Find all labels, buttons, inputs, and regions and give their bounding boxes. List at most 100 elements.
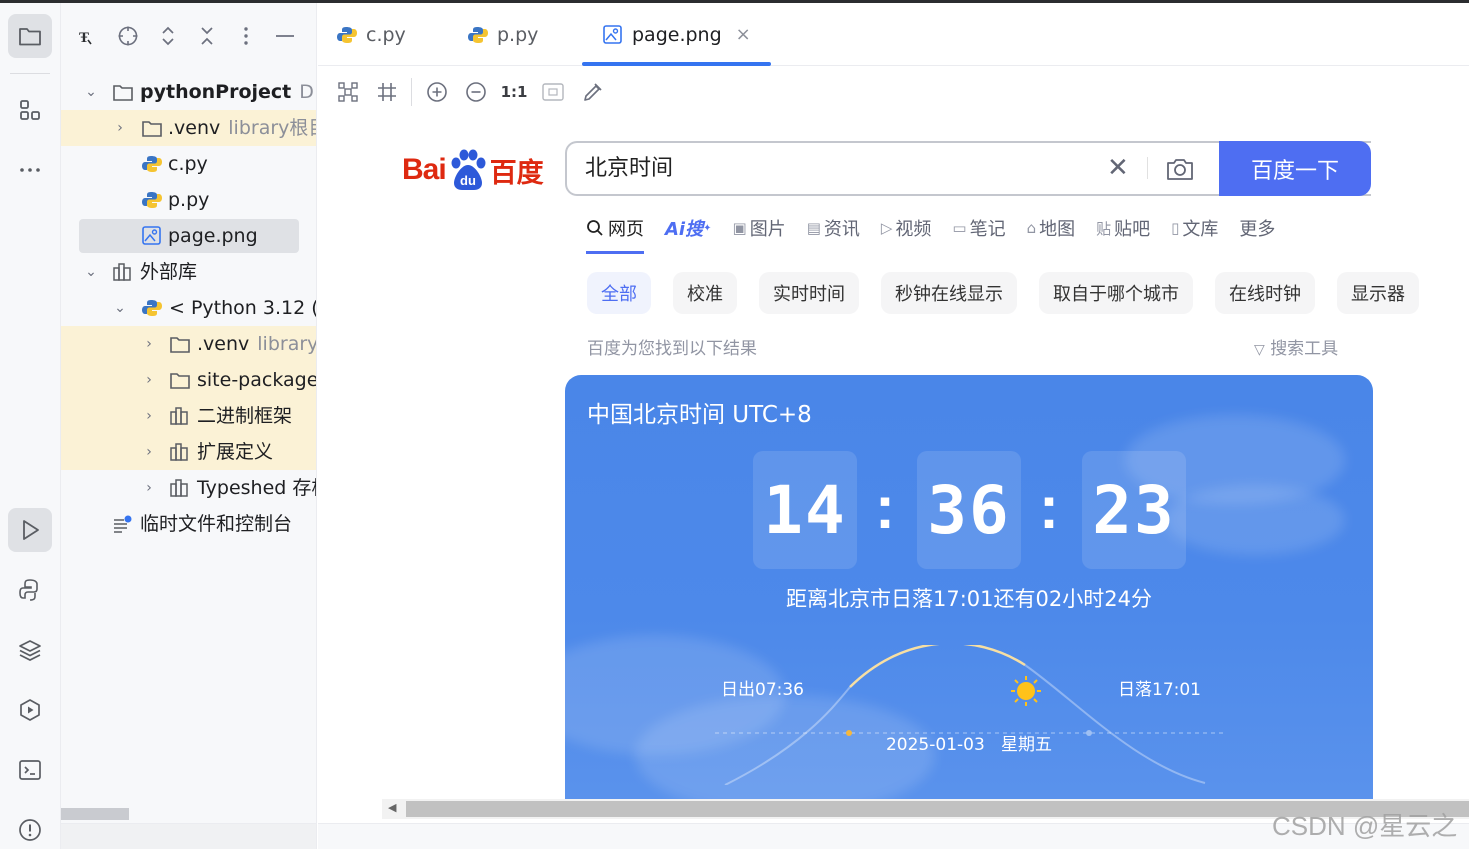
- search-input[interactable]: 北京时间: [585, 143, 673, 194]
- baidu-paw-icon: du: [451, 149, 486, 190]
- nav-tab-wenku[interactable]: ▯ 文库: [1171, 211, 1218, 245]
- fit-to-window-icon[interactable]: [335, 79, 361, 105]
- tree-row-scratches[interactable]: 临时文件和控制台: [61, 506, 316, 542]
- cloud-decoration: [1165, 485, 1345, 555]
- project-panel: Ŧ ⌄ pythonProject D:\in › .venv library根目录: [61, 3, 317, 849]
- search-nav-tabs: 网页 Ai搜 ✦ ▣ 图片 ▤ 资讯 ▷ 视频 ▭ 笔记 ⌂ 地图 贴贴吧 ▯ …: [586, 211, 1296, 254]
- chevron-right-icon[interactable]: ›: [141, 470, 157, 506]
- collapse-all-icon[interactable]: [194, 23, 220, 49]
- tree-row-extended-definitions[interactable]: › 扩展定义: [61, 434, 316, 470]
- tab-p-py[interactable]: p.py: [467, 3, 538, 66]
- chevron-down-icon[interactable]: ⌄: [83, 74, 99, 110]
- chevron-down-icon[interactable]: ⌄: [83, 254, 99, 290]
- scratches-label: 临时文件和控制台: [140, 513, 293, 535]
- filter-icon: ▽: [1254, 342, 1265, 358]
- video-icon: ▷: [880, 219, 893, 237]
- background-toggle-icon[interactable]: [540, 79, 566, 105]
- tree-row-c-py[interactable]: c.py: [61, 146, 316, 182]
- services-tool-button[interactable]: [8, 688, 52, 732]
- nav-tab-map[interactable]: ⌂ 地图: [1027, 211, 1076, 245]
- image-canvas: Bai du 百度 北京时间 ✕ 百度一下 网页 Ai搜 ✦ ▣ 图片 ▤ 资讯…: [318, 117, 1469, 799]
- chevron-right-icon[interactable]: ›: [141, 434, 157, 470]
- image-file-icon: [603, 24, 622, 44]
- tree-row-project-root[interactable]: ⌄ pythonProject D:\in: [61, 74, 316, 110]
- news-icon: ▤: [806, 219, 821, 237]
- tree-row-venv[interactable]: › .venv library根目录: [61, 110, 316, 146]
- camera-icon[interactable]: [1165, 155, 1195, 183]
- nav-tab-video[interactable]: ▷ 视频: [881, 211, 932, 245]
- nav-tab-tieba[interactable]: 贴贴吧: [1096, 211, 1150, 245]
- baidu-logo[interactable]: Bai du 百度: [402, 145, 544, 195]
- tree-row-typeshed[interactable]: › Typeshed 存根: [61, 470, 316, 506]
- editor-tabs: c.py p.py page.png ×: [318, 3, 1469, 66]
- search-tools-button[interactable]: ▽ 搜索工具: [1254, 334, 1338, 359]
- zoom-in-icon[interactable]: [424, 79, 450, 105]
- expand-all-icon[interactable]: [155, 23, 181, 49]
- tab-label: p.py: [497, 23, 539, 46]
- project-toolbar: Ŧ: [61, 3, 316, 67]
- actual-size-button[interactable]: 1:1: [501, 79, 528, 105]
- tab-c-py[interactable]: c.py: [336, 3, 406, 66]
- search-button[interactable]: 百度一下: [1219, 141, 1371, 196]
- locate-file-icon[interactable]: [115, 23, 141, 49]
- clear-icon[interactable]: ✕: [1107, 153, 1129, 183]
- chevron-down-icon[interactable]: ⌄: [112, 290, 128, 326]
- options-vertical-icon[interactable]: [233, 23, 259, 49]
- structure-tool-button[interactable]: [8, 88, 52, 132]
- nav-tab-news[interactable]: ▤ 资讯: [807, 211, 860, 245]
- clock-colon: :: [875, 474, 895, 541]
- problems-tool-button[interactable]: [8, 808, 52, 849]
- zoom-out-icon[interactable]: [463, 79, 489, 105]
- tree-row-site-packages[interactable]: › site-packages: [61, 362, 316, 398]
- date-value: 2025-01-03: [885, 735, 985, 755]
- chevron-right-icon[interactable]: ›: [141, 326, 157, 362]
- chevron-right-icon[interactable]: ›: [141, 362, 157, 398]
- tree-row-binary-skeletons[interactable]: › 二进制框架: [61, 398, 316, 434]
- chip-all[interactable]: 全部: [587, 272, 651, 314]
- extended-definitions-label: 扩展定义: [197, 441, 274, 463]
- close-icon[interactable]: ×: [736, 24, 751, 45]
- chip-which-city[interactable]: 取自于哪个城市: [1039, 272, 1193, 314]
- chip-online-clock[interactable]: 在线时钟: [1215, 272, 1315, 314]
- nav-tab-notes[interactable]: ▭ 笔记: [952, 211, 1005, 245]
- chip-realtime[interactable]: 实时时间: [759, 272, 859, 314]
- more-tools-button[interactable]: [8, 148, 52, 192]
- tab-page-png[interactable]: page.png ×: [582, 3, 771, 66]
- project-view-switch-icon[interactable]: Ŧ: [73, 23, 99, 49]
- tree-row-p-py[interactable]: p.py: [61, 182, 316, 218]
- python-console-button[interactable]: [8, 568, 52, 612]
- grid-icon[interactable]: [374, 79, 400, 105]
- nav-tab-ai-search[interactable]: Ai搜 ✦: [665, 211, 712, 245]
- chevron-right-icon[interactable]: ›: [141, 398, 157, 434]
- chevron-right-icon[interactable]: ›: [112, 110, 128, 146]
- scroll-left-icon[interactable]: ◀: [388, 801, 396, 814]
- tree-row-external-libraries[interactable]: ⌄ 外部库: [61, 254, 316, 290]
- color-picker-icon[interactable]: [580, 79, 606, 105]
- library-icon: [170, 479, 188, 497]
- sdk-venv-label: .venv: [197, 333, 250, 355]
- terminal-tool-button[interactable]: [8, 748, 52, 792]
- services-icon: [20, 699, 40, 721]
- nav-tab-more[interactable]: 更多: [1239, 211, 1275, 245]
- tree-row-python-sdk[interactable]: ⌄ < Python 3.12 (py: [61, 290, 316, 326]
- layers-tool-button[interactable]: [8, 628, 52, 672]
- tree-row-page-png[interactable]: page.png: [61, 218, 316, 254]
- tree-row-sdk-venv[interactable]: › .venv library根: [61, 326, 316, 362]
- beijing-time-card: 中国北京时间 UTC+8 14 : 36 : 23 距离北京市日落17:01还有…: [565, 375, 1373, 799]
- page-png-label: page.png: [168, 225, 258, 247]
- toolbar-separator: [411, 78, 412, 106]
- svg-text:Ŧ: Ŧ: [79, 30, 89, 46]
- sdk-venv-note: library根: [257, 333, 316, 355]
- project-tool-button[interactable]: [8, 14, 52, 58]
- chip-calibrate[interactable]: 校准: [673, 272, 737, 314]
- project-root-name: pythonProject: [140, 81, 292, 103]
- chip-display[interactable]: 显示器: [1337, 272, 1419, 314]
- nav-tab-web[interactable]: 网页: [586, 211, 644, 254]
- run-tool-button[interactable]: [8, 508, 52, 552]
- hide-panel-icon[interactable]: [272, 23, 298, 49]
- nav-label: 网页: [608, 219, 644, 240]
- python-sdk-icon: [142, 300, 162, 316]
- chip-seconds-display[interactable]: 秒钟在线显示: [881, 272, 1017, 314]
- nav-tab-images[interactable]: ▣ 图片: [733, 211, 786, 245]
- project-horizontal-scrollbar[interactable]: [61, 808, 129, 820]
